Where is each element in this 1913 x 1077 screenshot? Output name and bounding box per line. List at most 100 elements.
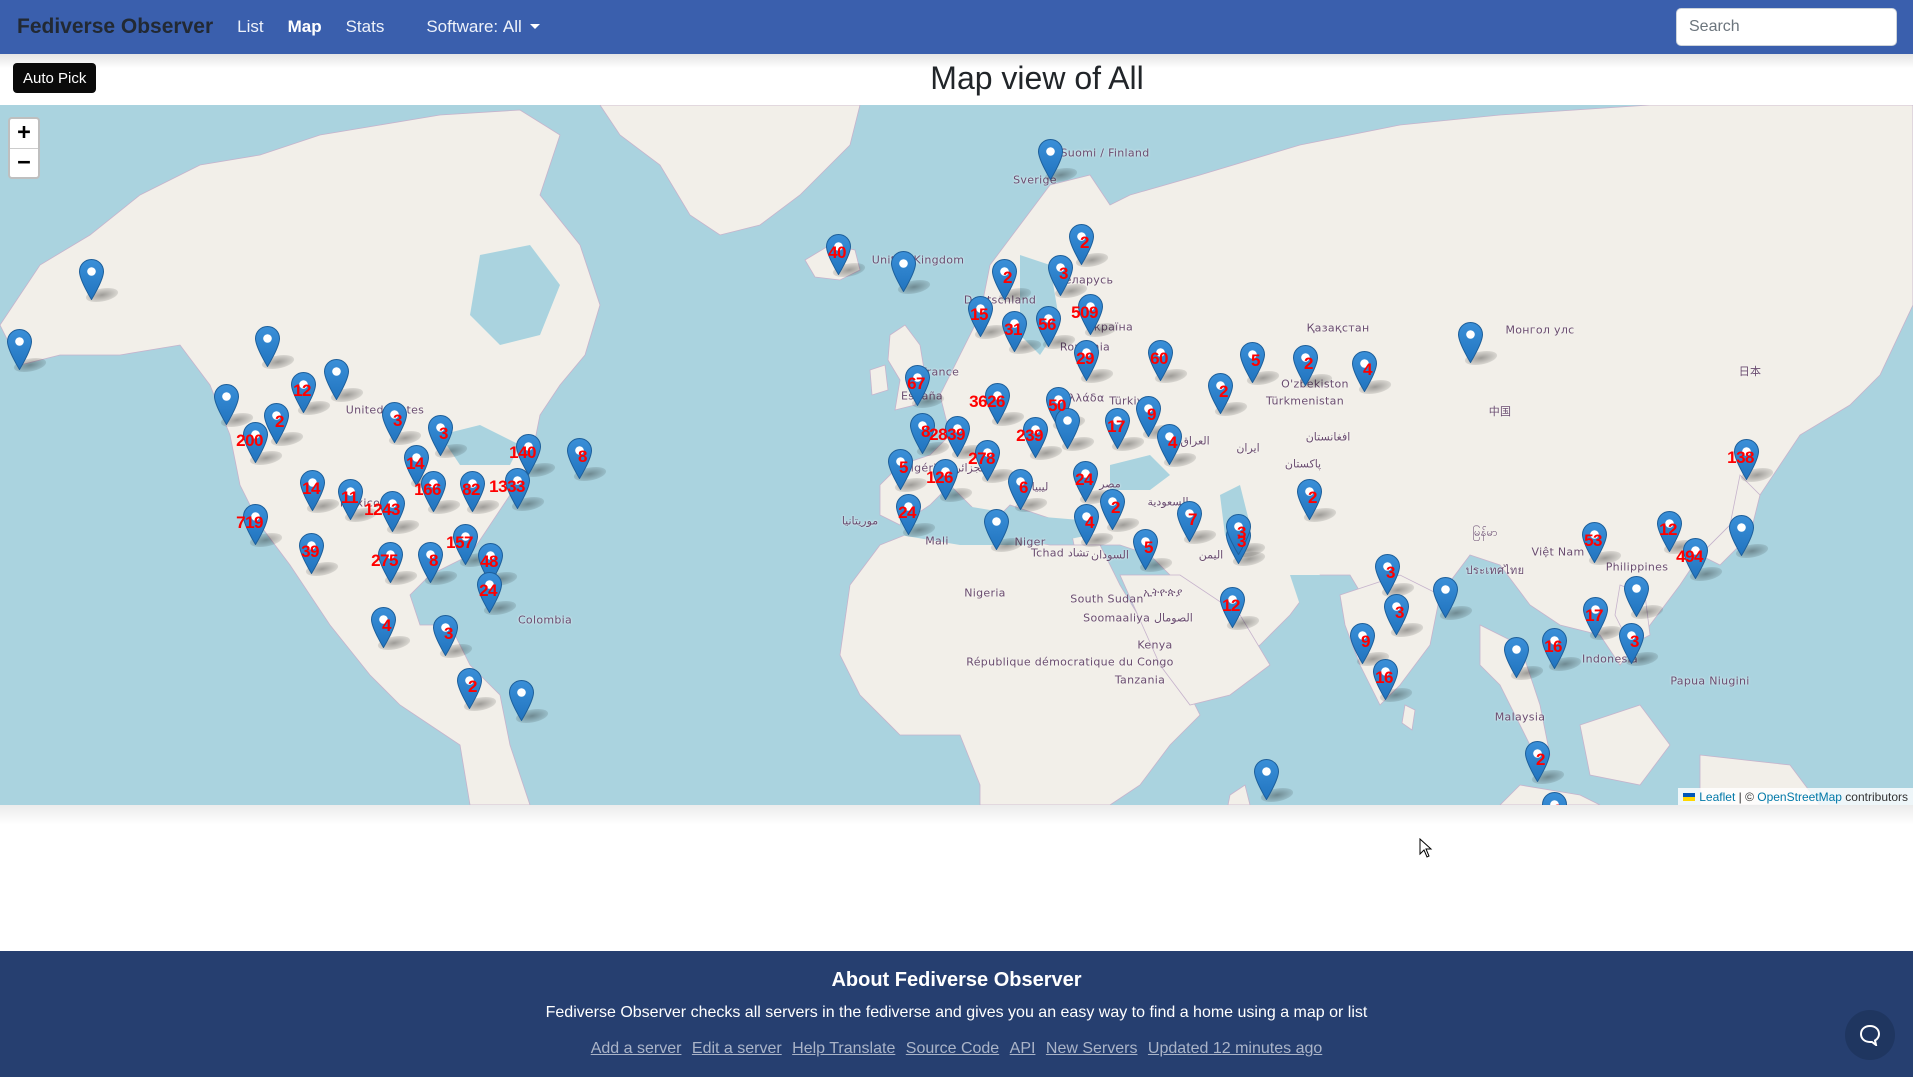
map-marker-pin-icon[interactable] (984, 382, 1011, 425)
map-marker-pin-icon[interactable] (1253, 758, 1280, 801)
map-marker-pin-icon[interactable] (1581, 521, 1608, 564)
map-marker-pin-icon[interactable] (456, 667, 483, 710)
map-marker-pin-icon[interactable] (1524, 740, 1551, 783)
map-marker-pin-icon[interactable] (242, 421, 269, 464)
map-marker-pin-icon[interactable] (1104, 407, 1131, 450)
map-marker-pin-icon[interactable] (1047, 254, 1074, 297)
map-marker-pin-icon[interactable] (6, 328, 33, 371)
map-marker-pin-icon[interactable] (1372, 658, 1399, 701)
map-marker-pin-icon[interactable] (420, 470, 447, 513)
zoom-out-button[interactable]: − (10, 148, 38, 177)
map-marker-pin-icon[interactable] (887, 448, 914, 491)
map-marker-pin-icon[interactable] (1022, 416, 1049, 459)
map-marker-pin-icon[interactable] (932, 458, 959, 501)
map-marker-pin-icon[interactable] (381, 401, 408, 444)
map-marker-pin-icon[interactable] (1296, 478, 1323, 521)
osm-link[interactable]: OpenStreetMap (1757, 790, 1842, 804)
map-marker-pin-icon[interactable] (1623, 575, 1650, 618)
map-marker-pin-icon[interactable] (1656, 510, 1683, 553)
map-marker-pin-icon[interactable] (1001, 310, 1028, 353)
map-marker-pin-icon[interactable] (504, 467, 531, 510)
map-marker-pin-icon[interactable] (1541, 791, 1568, 805)
map-marker-pin-icon[interactable] (298, 532, 325, 575)
map-marker-pin-icon[interactable] (476, 571, 503, 614)
map-marker-pin-icon[interactable] (1225, 513, 1252, 556)
edit-server-link[interactable]: Edit a server (692, 1040, 782, 1057)
map-marker-pin-icon[interactable] (1073, 503, 1100, 546)
map-marker-pin-icon[interactable] (213, 383, 240, 426)
map-marker-pin-icon[interactable] (1733, 438, 1760, 481)
map-marker-pin-icon[interactable] (427, 414, 454, 457)
nav-list[interactable]: List (237, 17, 263, 37)
map-marker-pin-icon[interactable] (1147, 339, 1174, 382)
map-marker-pin-icon[interactable] (299, 469, 326, 512)
map-marker-pin-icon[interactable] (1432, 576, 1459, 619)
nav-stats[interactable]: Stats (346, 17, 385, 37)
map-marker-pin-icon[interactable] (1037, 138, 1064, 181)
map-marker-pin-icon[interactable] (1292, 344, 1319, 387)
map-marker-pin-icon[interactable] (983, 508, 1010, 551)
leaflet-link[interactable]: Leaflet (1699, 790, 1735, 804)
new-servers-link[interactable]: New Servers (1046, 1040, 1138, 1057)
map-marker-pin-icon[interactable] (944, 415, 971, 458)
map-marker-pin-icon[interactable] (566, 437, 593, 480)
map-marker-pin-icon[interactable] (1618, 622, 1645, 665)
map-marker-pin-icon[interactable] (1383, 593, 1410, 636)
zoom-in-button[interactable]: + (10, 119, 38, 148)
map-marker-pin-icon[interactable] (1156, 423, 1183, 466)
updated-link[interactable]: Updated 12 minutes ago (1148, 1040, 1322, 1057)
map-marker-pin-icon[interactable] (904, 364, 931, 407)
map-marker-pin-icon[interactable] (991, 258, 1018, 301)
map-marker-pin-icon[interactable] (1072, 460, 1099, 503)
map-marker-pin-icon[interactable] (1541, 627, 1568, 670)
map-marker-pin-icon[interactable] (1054, 407, 1081, 450)
map-marker-pin-icon[interactable] (1503, 636, 1530, 679)
map-marker-pin-icon[interactable] (290, 371, 317, 414)
map-marker-pin-icon[interactable] (370, 606, 397, 649)
add-server-link[interactable]: Add a server (591, 1040, 682, 1057)
map-marker-pin-icon[interactable] (337, 478, 364, 521)
software-dropdown[interactable]: Software: All (426, 17, 540, 37)
map-marker-pin-icon[interactable] (895, 493, 922, 536)
map-marker-pin-icon[interactable] (1239, 341, 1266, 384)
map-marker-pin-icon[interactable] (323, 358, 350, 401)
map-marker-pin-icon[interactable] (1682, 537, 1709, 580)
map-marker-pin-icon[interactable] (974, 439, 1001, 482)
map-marker-pin-icon[interactable] (967, 295, 994, 338)
map-marker-pin-icon[interactable] (1728, 514, 1755, 557)
api-link[interactable]: API (1010, 1040, 1036, 1057)
map-marker-pin-icon[interactable] (890, 250, 917, 293)
map-marker-pin-icon[interactable] (78, 258, 105, 301)
world-map[interactable]: CanadaUnited KingdomFranceEspañaDeutschl… (0, 105, 1913, 805)
map-marker-pin-icon[interactable] (1099, 488, 1126, 531)
map-marker-pin-icon[interactable] (459, 470, 486, 513)
source-code-link[interactable]: Source Code (906, 1040, 999, 1057)
map-marker-pin-icon[interactable] (1077, 293, 1104, 336)
nav-map[interactable]: Map (288, 17, 322, 37)
map-marker-pin-icon[interactable] (1073, 339, 1100, 382)
map-marker-pin-icon[interactable] (508, 679, 535, 722)
map-marker-pin-icon[interactable] (1374, 553, 1401, 596)
map-marker-pin-icon[interactable] (242, 503, 269, 546)
map-marker-pin-icon[interactable] (909, 412, 936, 455)
map-marker-pin-icon[interactable] (1349, 622, 1376, 665)
map-marker-pin-icon[interactable] (1219, 586, 1246, 629)
map-marker-pin-icon[interactable] (1035, 305, 1062, 348)
map-marker-pin-icon[interactable] (452, 523, 479, 566)
chat-button[interactable] (1845, 1010, 1895, 1060)
map-marker-pin-icon[interactable] (432, 614, 459, 657)
map-marker-pin-icon[interactable] (1176, 500, 1203, 543)
map-marker-pin-icon[interactable] (417, 541, 444, 584)
map-marker-pin-icon[interactable] (1207, 372, 1234, 415)
search-input[interactable] (1676, 8, 1897, 46)
map-marker-pin-icon[interactable] (377, 541, 404, 584)
brand-logo[interactable]: Fediverse Observer (17, 15, 213, 39)
help-translate-link[interactable]: Help Translate (792, 1040, 895, 1057)
map-marker-pin-icon[interactable] (379, 490, 406, 533)
map-marker-pin-icon[interactable] (1132, 528, 1159, 571)
map-marker-pin-icon[interactable] (825, 233, 852, 276)
map-marker-pin-icon[interactable] (254, 325, 281, 368)
map-marker-pin-icon[interactable] (1457, 321, 1484, 364)
map-marker-pin-icon[interactable] (1007, 468, 1034, 511)
map-marker-pin-icon[interactable] (1582, 596, 1609, 639)
